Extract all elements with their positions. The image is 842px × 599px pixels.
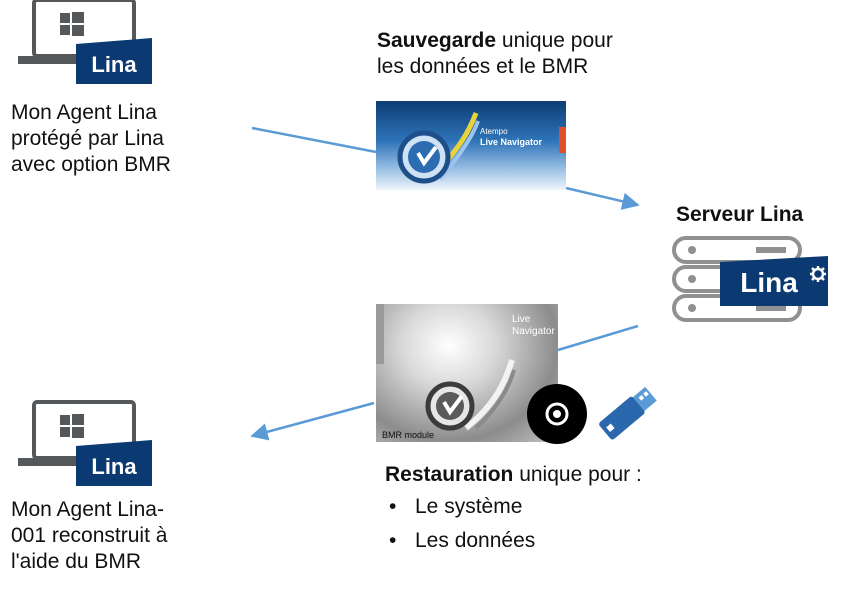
arrow-agent-to-backup	[251, 126, 377, 154]
agent-bottom-label: Mon Agent Lina- 001 reconstruit à l'aide…	[11, 498, 168, 573]
server-title: Serveur Lina	[676, 203, 804, 226]
gear-icon	[810, 266, 826, 282]
cd-disc-icon	[527, 384, 587, 444]
restore-screenshot-title: Live Navigator	[512, 314, 555, 337]
backup-title: Sauvegarde unique pour les données et le…	[377, 29, 613, 78]
restore-bullet-system: • Le système	[389, 495, 523, 518]
agent-top-laptop: Lina	[18, 0, 152, 84]
windows-logo-icon	[60, 12, 84, 36]
live-navigator-logo-icon	[397, 112, 480, 184]
backup-screenshot-product: Live Navigator	[480, 137, 543, 147]
backup-screenshot: Atempo Live Navigator	[376, 101, 566, 190]
usb-stick-icon	[599, 386, 657, 440]
restore-screenshot-sidebar	[376, 304, 384, 364]
lina-badge-bottom: Lina	[91, 454, 137, 479]
restore-bullet-data: • Les données	[389, 529, 536, 552]
agent-bottom-laptop: Lina	[18, 400, 152, 486]
restore-screenshot-caption: BMR module	[382, 430, 435, 440]
windows-logo-icon	[60, 414, 84, 438]
lina-badge-server: Lina	[740, 267, 798, 298]
restore-block: Restauration unique pour : • Le système …	[385, 462, 725, 558]
arrow-restore-to-agent	[250, 401, 375, 441]
lina-badge-top: Lina	[91, 52, 137, 77]
agent-top-label: Mon Agent Lina protégé par Lina avec opt…	[11, 101, 171, 176]
backup-screenshot-brand: Atempo	[480, 127, 508, 136]
restore-title: Restauration unique pour :	[385, 463, 642, 486]
lina-server: Lina	[672, 236, 832, 322]
backup-screenshot-accent	[559, 127, 566, 153]
live-navigator-gray-logo-icon	[425, 359, 516, 431]
arrow-server-to-restore	[557, 324, 639, 352]
arrow-backup-to-server	[565, 186, 640, 210]
